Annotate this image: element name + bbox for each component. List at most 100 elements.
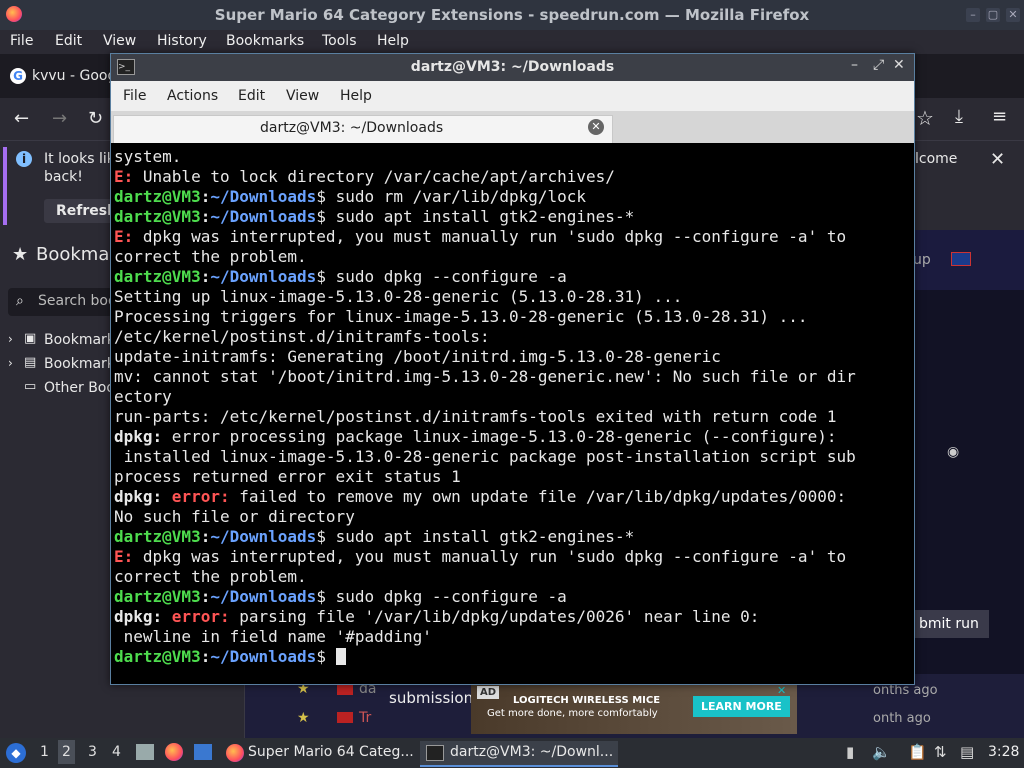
- terminal-menu-actions[interactable]: Actions: [167, 88, 218, 104]
- discord-icon[interactable]: ◉: [947, 444, 959, 460]
- ad-banner[interactable]: AD LOGITECH WIRELESS MICE Get more done,…: [471, 684, 797, 734]
- terminal-menu-file[interactable]: File: [123, 88, 146, 104]
- sidebar-search-placeholder: Search boo: [38, 293, 117, 309]
- submit-run-button[interactable]: bmit run: [909, 610, 989, 638]
- firefox-launcher-icon[interactable]: [165, 743, 183, 761]
- clock[interactable]: 3:28: [988, 744, 1019, 760]
- browser-tab-label[interactable]: kvvu - Goog: [32, 68, 116, 84]
- star-filled-icon: ★: [12, 244, 29, 265]
- task-firefox-label: Super Mario 64 Categ...: [248, 744, 414, 760]
- info-icon: i: [16, 151, 32, 167]
- command-line: dartz@VM3:~/Downloads$ sudo rm /var/lib/…: [114, 187, 587, 206]
- task-firefox[interactable]: Super Mario 64 Categ...: [222, 741, 416, 765]
- chevron-right-icon[interactable]: ›: [8, 332, 13, 346]
- notice-text-right: lcome: [915, 151, 958, 167]
- output-line: dpkg: error: failed to remove my own upd…: [114, 487, 847, 506]
- task-terminal[interactable]: dartz@VM3: ~/Downl...: [420, 741, 618, 767]
- terminal-minimize-icon[interactable]: –: [851, 57, 858, 73]
- menu-bookmarks[interactable]: Bookmarks: [226, 33, 304, 49]
- terminal-menu-view[interactable]: View: [286, 88, 319, 104]
- output-line: ectory: [114, 387, 172, 406]
- terminal-close-icon[interactable]: ✕: [893, 57, 905, 73]
- firefox-titlebar: Super Mario 64 Category Extensions - spe…: [0, 0, 1024, 30]
- output-line: E: dpkg was interrupted, you must manual…: [114, 227, 847, 246]
- ad-badge: AD: [477, 686, 500, 699]
- chevron-right-icon[interactable]: ›: [8, 356, 13, 370]
- workspace-1[interactable]: 1: [40, 744, 49, 760]
- output-line: run-parts: /etc/kernel/postinst.d/initra…: [114, 407, 837, 426]
- menu-history[interactable]: History: [157, 33, 207, 49]
- command-line: dartz@VM3:~/Downloads$ sudo dpkg --confi…: [114, 587, 567, 606]
- ad-cta-button[interactable]: LEARN MORE: [693, 696, 790, 717]
- menu-help[interactable]: Help: [377, 33, 409, 49]
- terminal-window-title: dartz@VM3: ~/Downloads: [410, 59, 615, 75]
- maximize-icon[interactable]: ▢: [986, 8, 1000, 22]
- output-line: dpkg: error: parsing file '/var/lib/dpkg…: [114, 607, 760, 626]
- sidebar-item-1[interactable]: Bookmark: [44, 356, 115, 372]
- volume-icon[interactable]: 🔈: [872, 743, 891, 761]
- terminal-menu-edit[interactable]: Edit: [238, 88, 265, 104]
- output-line: correct the problem.: [114, 567, 307, 586]
- notice-accent: [3, 147, 7, 225]
- submission-text: submission: [389, 689, 474, 707]
- output-line: /etc/kernel/postinst.d/initramfs-tools:: [114, 327, 490, 346]
- file-manager-icon[interactable]: [136, 744, 154, 760]
- output-line: installed linux-image-5.13.0-28-generic …: [114, 447, 856, 466]
- firefox-menubar: File Edit View History Bookmarks Tools H…: [0, 30, 1024, 54]
- ad-tagline: Get more done, more comfortably: [487, 708, 658, 719]
- back-icon[interactable]: ←: [14, 108, 29, 129]
- output-line: system.: [114, 147, 182, 166]
- sidebar-item-0[interactable]: Bookmark: [44, 332, 115, 348]
- output-line: Processing triggers for linux-image-5.13…: [114, 307, 808, 326]
- star-icon[interactable]: ☆: [916, 106, 934, 130]
- forward-icon[interactable]: →: [52, 108, 67, 129]
- menu-file[interactable]: File: [10, 33, 33, 49]
- terminal-tab[interactable]: dartz@VM3: ~/Downloads ✕: [113, 115, 613, 143]
- workspace-4[interactable]: 4: [112, 744, 121, 760]
- page-up-text[interactable]: up: [913, 252, 931, 268]
- output-line: Setting up linux-image-5.13.0-28-generic…: [114, 287, 683, 306]
- output-line: correct the problem.: [114, 247, 307, 266]
- output-line: dpkg: error processing package linux-ima…: [114, 427, 837, 446]
- start-menu-icon[interactable]: ◆: [6, 743, 26, 763]
- row-name[interactable]: Tr: [359, 710, 371, 726]
- terminal-menu-help[interactable]: Help: [340, 88, 372, 104]
- menu-view[interactable]: View: [103, 33, 136, 49]
- menu-tools[interactable]: Tools: [322, 33, 357, 49]
- reload-icon[interactable]: ↻: [88, 108, 103, 129]
- google-icon: G: [10, 68, 26, 84]
- minimize-icon[interactable]: –: [966, 8, 980, 22]
- workspace-2[interactable]: 2: [58, 740, 75, 764]
- terminal-tab-close-icon[interactable]: ✕: [588, 119, 604, 135]
- output-line: No such file or directory: [114, 507, 355, 526]
- output-line: newline in field name '#padding': [114, 627, 432, 646]
- desktop-icon[interactable]: [194, 744, 212, 760]
- output-line: process returned error exit status 1: [114, 467, 461, 486]
- notice-close-icon[interactable]: ✕: [990, 149, 1005, 170]
- row-date: onth ago: [873, 711, 931, 726]
- uk-flag-icon[interactable]: [951, 252, 971, 266]
- current-prompt[interactable]: dartz@VM3:~/Downloads$: [114, 647, 911, 667]
- ad-close-icon[interactable]: ✕: [777, 684, 786, 697]
- folder-list-icon: ▤: [24, 355, 37, 370]
- command-line: dartz@VM3:~/Downloads$ sudo dpkg --confi…: [114, 267, 567, 286]
- clipboard-icon[interactable]: 📋: [908, 743, 927, 761]
- network-icon[interactable]: ⇅: [934, 743, 947, 761]
- firefox-task-icon: [226, 744, 244, 762]
- clipboard-manager-icon[interactable]: ▤: [960, 743, 974, 761]
- close-icon[interactable]: ✕: [1006, 8, 1020, 22]
- output-line: mv: cannot stat '/boot/initrd.img-5.13.0…: [114, 367, 856, 386]
- download-icon[interactable]: ⤓: [955, 106, 963, 127]
- terminal-output[interactable]: system. E: Unable to lock directory /var/…: [114, 147, 911, 680]
- terminal-window: >_ dartz@VM3: ~/Downloads – ⤢ ✕ File Act…: [110, 53, 915, 685]
- hamburger-menu-icon[interactable]: ≡: [992, 106, 1007, 127]
- terminal-maximize-icon[interactable]: ⤢: [873, 57, 884, 73]
- notice-text-2: back!: [44, 169, 83, 185]
- battery-icon[interactable]: ▮: [846, 743, 854, 761]
- output-line: E: Unable to lock directory /var/cache/a…: [114, 167, 615, 186]
- workspace-3[interactable]: 3: [88, 744, 97, 760]
- terminal-tabbar: dartz@VM3: ~/Downloads ✕: [111, 111, 914, 143]
- row-star-icon: ★: [297, 710, 310, 726]
- menu-edit[interactable]: Edit: [55, 33, 82, 49]
- sidebar-item-2[interactable]: Other Boo: [44, 380, 115, 396]
